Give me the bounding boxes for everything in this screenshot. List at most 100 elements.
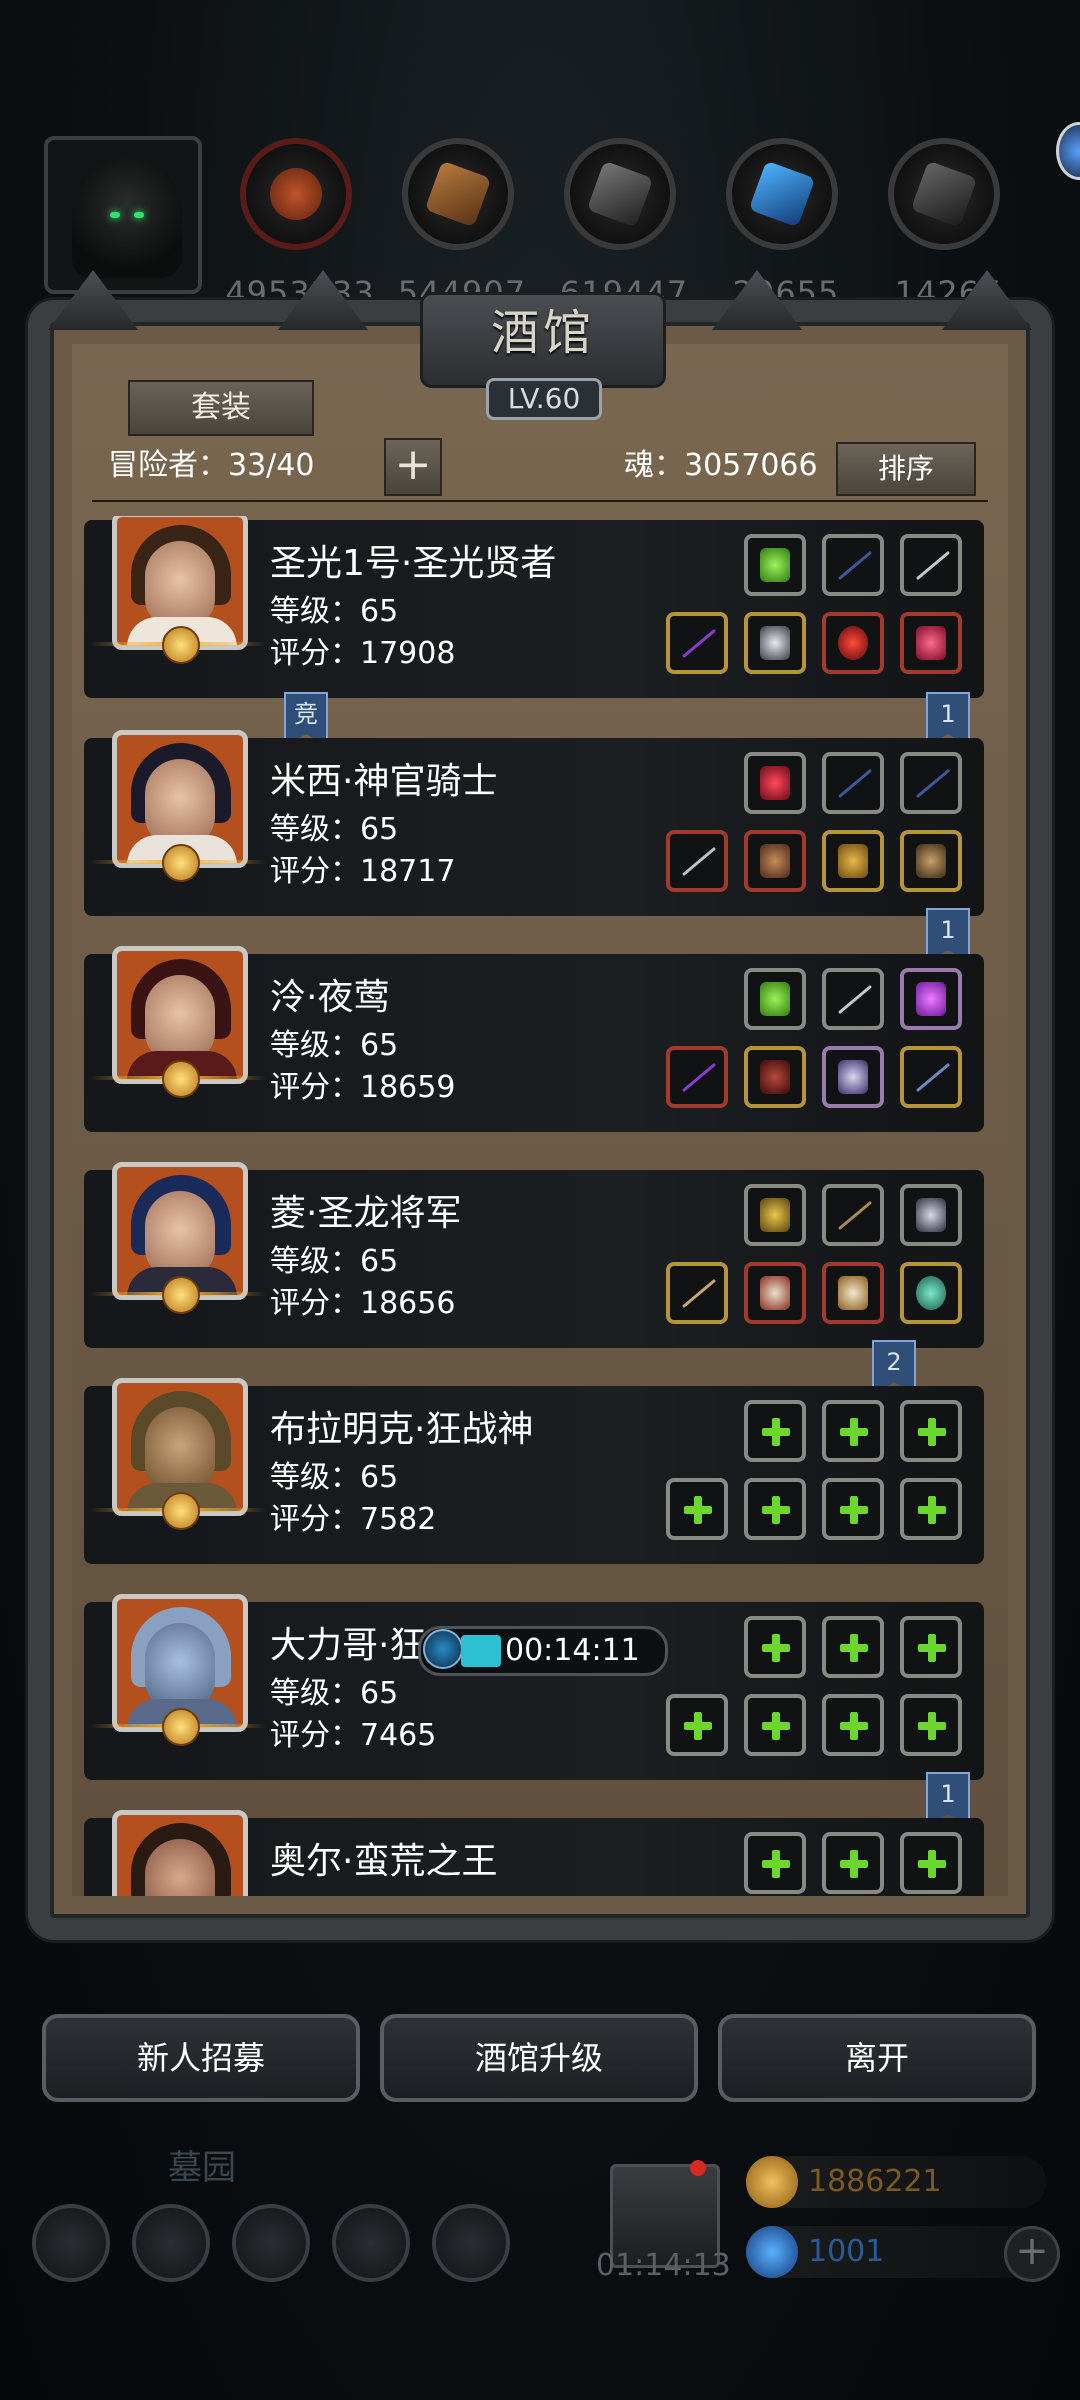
empty-slot-add[interactable] xyxy=(744,1694,806,1756)
empty-slot-add[interactable] xyxy=(822,1694,884,1756)
equip-slot[interactable] xyxy=(744,612,806,674)
gem-icon xyxy=(916,982,946,1016)
hero-card[interactable]: 布拉明克·狂战神 等级：65 评分：7582 xyxy=(84,1378,984,1564)
hero-level: 等级：65 xyxy=(270,1460,399,1495)
empty-slot-add[interactable] xyxy=(744,1616,806,1678)
graveyard-label[interactable]: 墓园 xyxy=(168,2140,236,2189)
upgrade-tavern-button[interactable]: 酒馆升级 xyxy=(380,2014,698,2102)
equip-slot[interactable] xyxy=(900,1046,962,1108)
resource-stone[interactable]: 14267 xyxy=(888,138,1006,312)
soul-count: 魂：3057066 xyxy=(624,448,818,483)
hero-list[interactable]: 圣光1号·圣光贤者 等级：65 评分：17908 竞 1 米西·神官骑士 等级：… xyxy=(84,516,1002,1896)
equip-slot[interactable] xyxy=(900,830,962,892)
tavern-level: LV.60 xyxy=(486,378,602,420)
hero-card[interactable]: 圣光1号·圣光贤者 等级：65 评分：17908 xyxy=(84,516,984,698)
equip-slot[interactable] xyxy=(822,968,884,1030)
resource-meat[interactable]: 4953333 xyxy=(225,138,374,312)
equip-slot[interactable] xyxy=(822,1184,884,1246)
title-plate: 酒馆 xyxy=(420,292,666,388)
equip-slot[interactable] xyxy=(666,1262,728,1324)
resource-bar: 4953333 544907 619447 29655 14267 xyxy=(0,120,1080,312)
empty-slot-add[interactable] xyxy=(822,1478,884,1540)
equip-slot[interactable] xyxy=(900,534,962,596)
equip-slot[interactable] xyxy=(822,534,884,596)
empty-slot-add[interactable] xyxy=(900,1478,962,1540)
hero-portrait[interactable] xyxy=(112,1810,248,1896)
equip-slot[interactable] xyxy=(744,968,806,1030)
empty-slot-add[interactable] xyxy=(666,1478,728,1540)
empty-slot-add[interactable] xyxy=(822,1832,884,1894)
equip-slot[interactable] xyxy=(744,534,806,596)
empty-slot-add[interactable] xyxy=(900,1694,962,1756)
helmet-icon xyxy=(838,1060,868,1094)
gift-timer: 01:14:13 xyxy=(596,2248,731,2283)
empty-slot-add[interactable] xyxy=(744,1832,806,1894)
hero-score: 评分：18659 xyxy=(270,1070,456,1105)
eye-glow xyxy=(134,212,144,218)
equip-slot[interactable] xyxy=(900,612,962,674)
empty-slot-add[interactable] xyxy=(822,1616,884,1678)
guild-icon[interactable] xyxy=(232,2204,310,2282)
empty-slot-add[interactable] xyxy=(900,1400,962,1462)
armor-icon xyxy=(760,1276,790,1310)
hooded-figure-icon xyxy=(72,158,182,278)
empty-slot-add[interactable] xyxy=(744,1400,806,1462)
hero-name: 泠·夜莺 xyxy=(270,977,390,1018)
equip-slot[interactable] xyxy=(900,968,962,1030)
leader-avatar[interactable] xyxy=(44,136,202,294)
shield-icon xyxy=(838,844,868,878)
shop-icon[interactable] xyxy=(432,2204,510,2282)
equip-slot[interactable] xyxy=(666,1046,728,1108)
empty-slot-add[interactable] xyxy=(744,1478,806,1540)
add-adventurer-button[interactable]: + xyxy=(384,438,442,496)
equip-slot[interactable] xyxy=(744,830,806,892)
add-currency-button[interactable]: + xyxy=(1004,2226,1060,2282)
equip-slot[interactable] xyxy=(822,612,884,674)
hero-card[interactable]: 米西·神官骑士 等级：65 评分：18717 xyxy=(84,730,984,916)
equip-slot[interactable] xyxy=(744,1262,806,1324)
rank-emblem xyxy=(90,1276,266,1314)
rank-emblem xyxy=(90,1060,266,1098)
equip-slot[interactable] xyxy=(744,1046,806,1108)
resource-crystal[interactable]: 29655 xyxy=(726,138,844,312)
sword-icon xyxy=(837,984,873,1015)
tavern-panel: 酒馆 LV.60 套装 冒险者：33/40 + 魂：3057066 排序 圣光1… xyxy=(28,270,1052,1940)
settings-icon[interactable] xyxy=(32,2204,110,2282)
equip-slot[interactable] xyxy=(744,1184,806,1246)
hero-level: 等级：65 xyxy=(270,594,399,629)
empty-slot-add[interactable] xyxy=(900,1832,962,1894)
equip-slot[interactable] xyxy=(744,752,806,814)
resource-iron[interactable]: 619447 xyxy=(560,138,687,312)
plus-icon xyxy=(918,1418,946,1446)
empty-slot-add[interactable] xyxy=(900,1616,962,1678)
mail-icon[interactable] xyxy=(332,2204,410,2282)
hero-score: 评分：18717 xyxy=(270,854,456,889)
equip-slot[interactable] xyxy=(822,1262,884,1324)
equip-slot[interactable] xyxy=(822,1046,884,1108)
hammer-icon xyxy=(681,846,717,877)
emblem-icon[interactable] xyxy=(132,2204,210,2282)
recruit-button[interactable]: 新人招募 xyxy=(42,2014,360,2102)
suit-button[interactable]: 套装 xyxy=(128,380,314,436)
notification-dot xyxy=(690,2160,706,2176)
hero-card[interactable]: 泠·夜莺 等级：65 评分：18659 xyxy=(84,946,984,1132)
equip-slot[interactable] xyxy=(822,752,884,814)
sort-button[interactable]: 排序 xyxy=(836,442,976,496)
crystal-icon xyxy=(726,138,838,250)
plus-icon xyxy=(918,1496,946,1524)
spear-icon xyxy=(681,1278,717,1309)
equip-slot[interactable] xyxy=(666,830,728,892)
hero-card[interactable]: 菱·圣龙将军 等级：65 评分：18656 xyxy=(84,1162,984,1348)
equip-slot[interactable] xyxy=(900,752,962,814)
empty-slot-add[interactable] xyxy=(822,1400,884,1462)
equip-slot[interactable] xyxy=(666,612,728,674)
equip-slot[interactable] xyxy=(822,830,884,892)
resource-wood[interactable]: 544907 xyxy=(398,138,525,312)
iron-icon xyxy=(564,138,676,250)
hero-card[interactable]: 奥尔·蛮荒之王 xyxy=(84,1810,984,1896)
leave-button[interactable]: 离开 xyxy=(718,2014,1036,2102)
equip-slot[interactable] xyxy=(900,1262,962,1324)
plus-icon xyxy=(918,1850,946,1878)
equip-slot[interactable] xyxy=(900,1184,962,1246)
empty-slot-add[interactable] xyxy=(666,1694,728,1756)
